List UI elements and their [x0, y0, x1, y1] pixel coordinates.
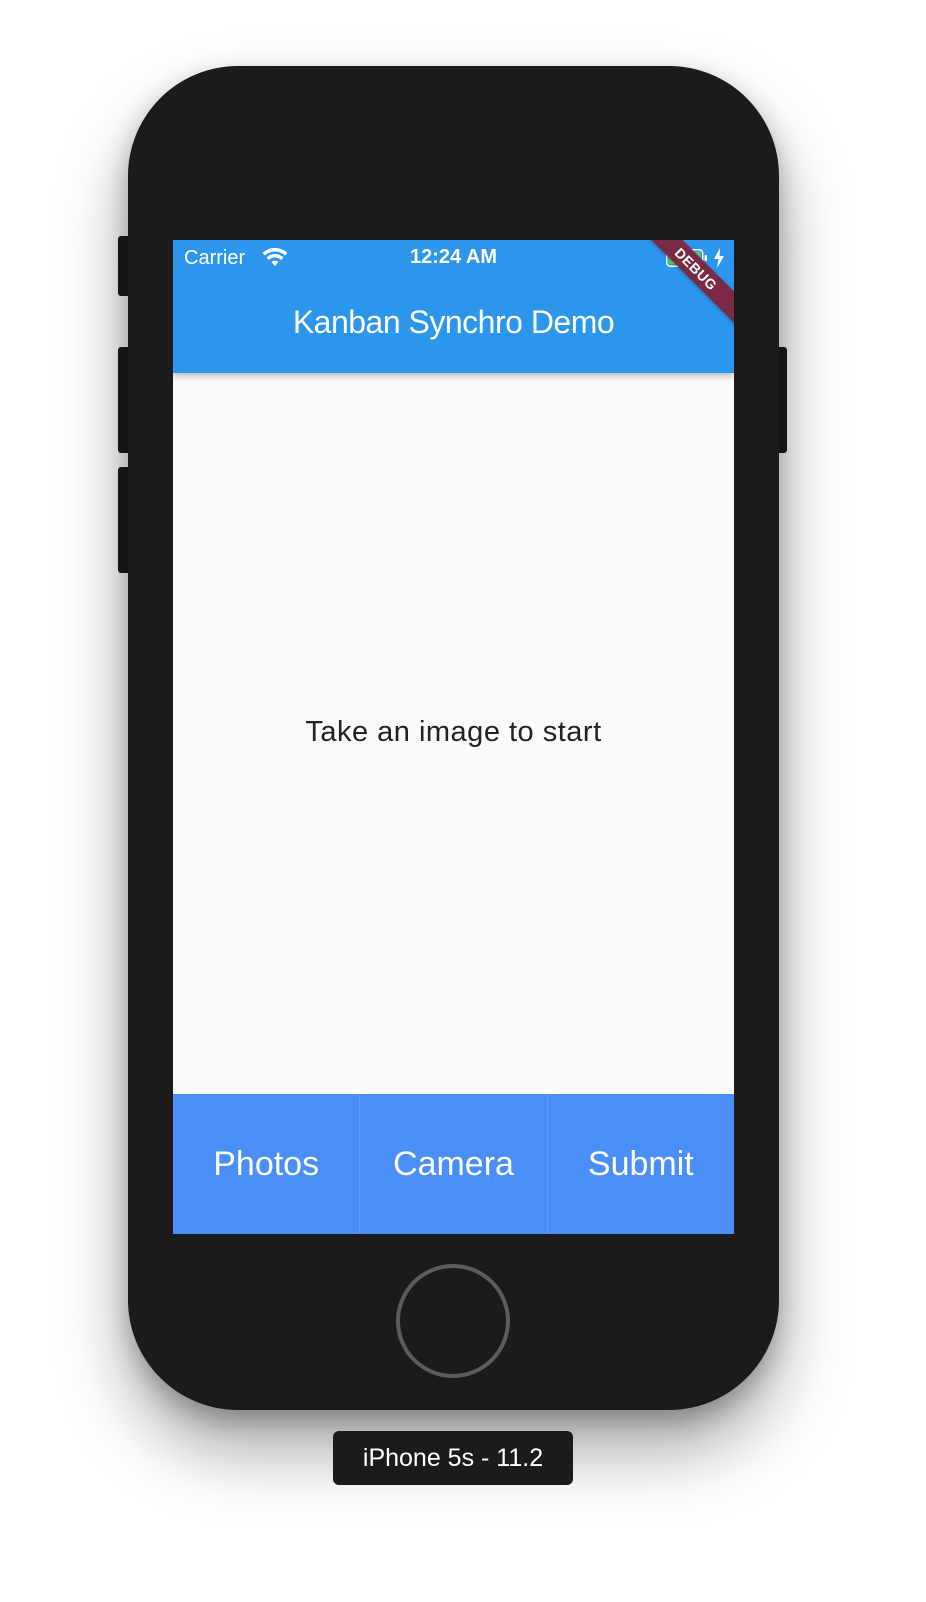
- phone-screen: Carrier 12:24 AM Kanban Synchro Demo DEB…: [173, 240, 734, 1234]
- bottom-action-bar: Photos Camera Submit: [173, 1094, 734, 1234]
- clock-label: 12:24 AM: [409, 246, 498, 268]
- simulator-window: Carrier 12:24 AM Kanban Synchro Demo DEB…: [0, 0, 926, 1602]
- submit-button[interactable]: Submit: [548, 1094, 734, 1234]
- camera-button[interactable]: Camera: [360, 1094, 548, 1234]
- status-bar: Carrier 12:24 AM: [173, 240, 734, 276]
- device-label: iPhone 5s - 11.2: [333, 1431, 573, 1485]
- charging-bolt-icon: [714, 248, 724, 268]
- photos-button[interactable]: Photos: [173, 1094, 361, 1234]
- home-button[interactable]: [396, 1264, 510, 1378]
- page-title: Kanban Synchro Demo: [292, 304, 615, 340]
- app-bar: Carrier 12:24 AM Kanban Synchro Demo DEB…: [173, 240, 734, 373]
- empty-state-message: Take an image to start: [305, 716, 602, 748]
